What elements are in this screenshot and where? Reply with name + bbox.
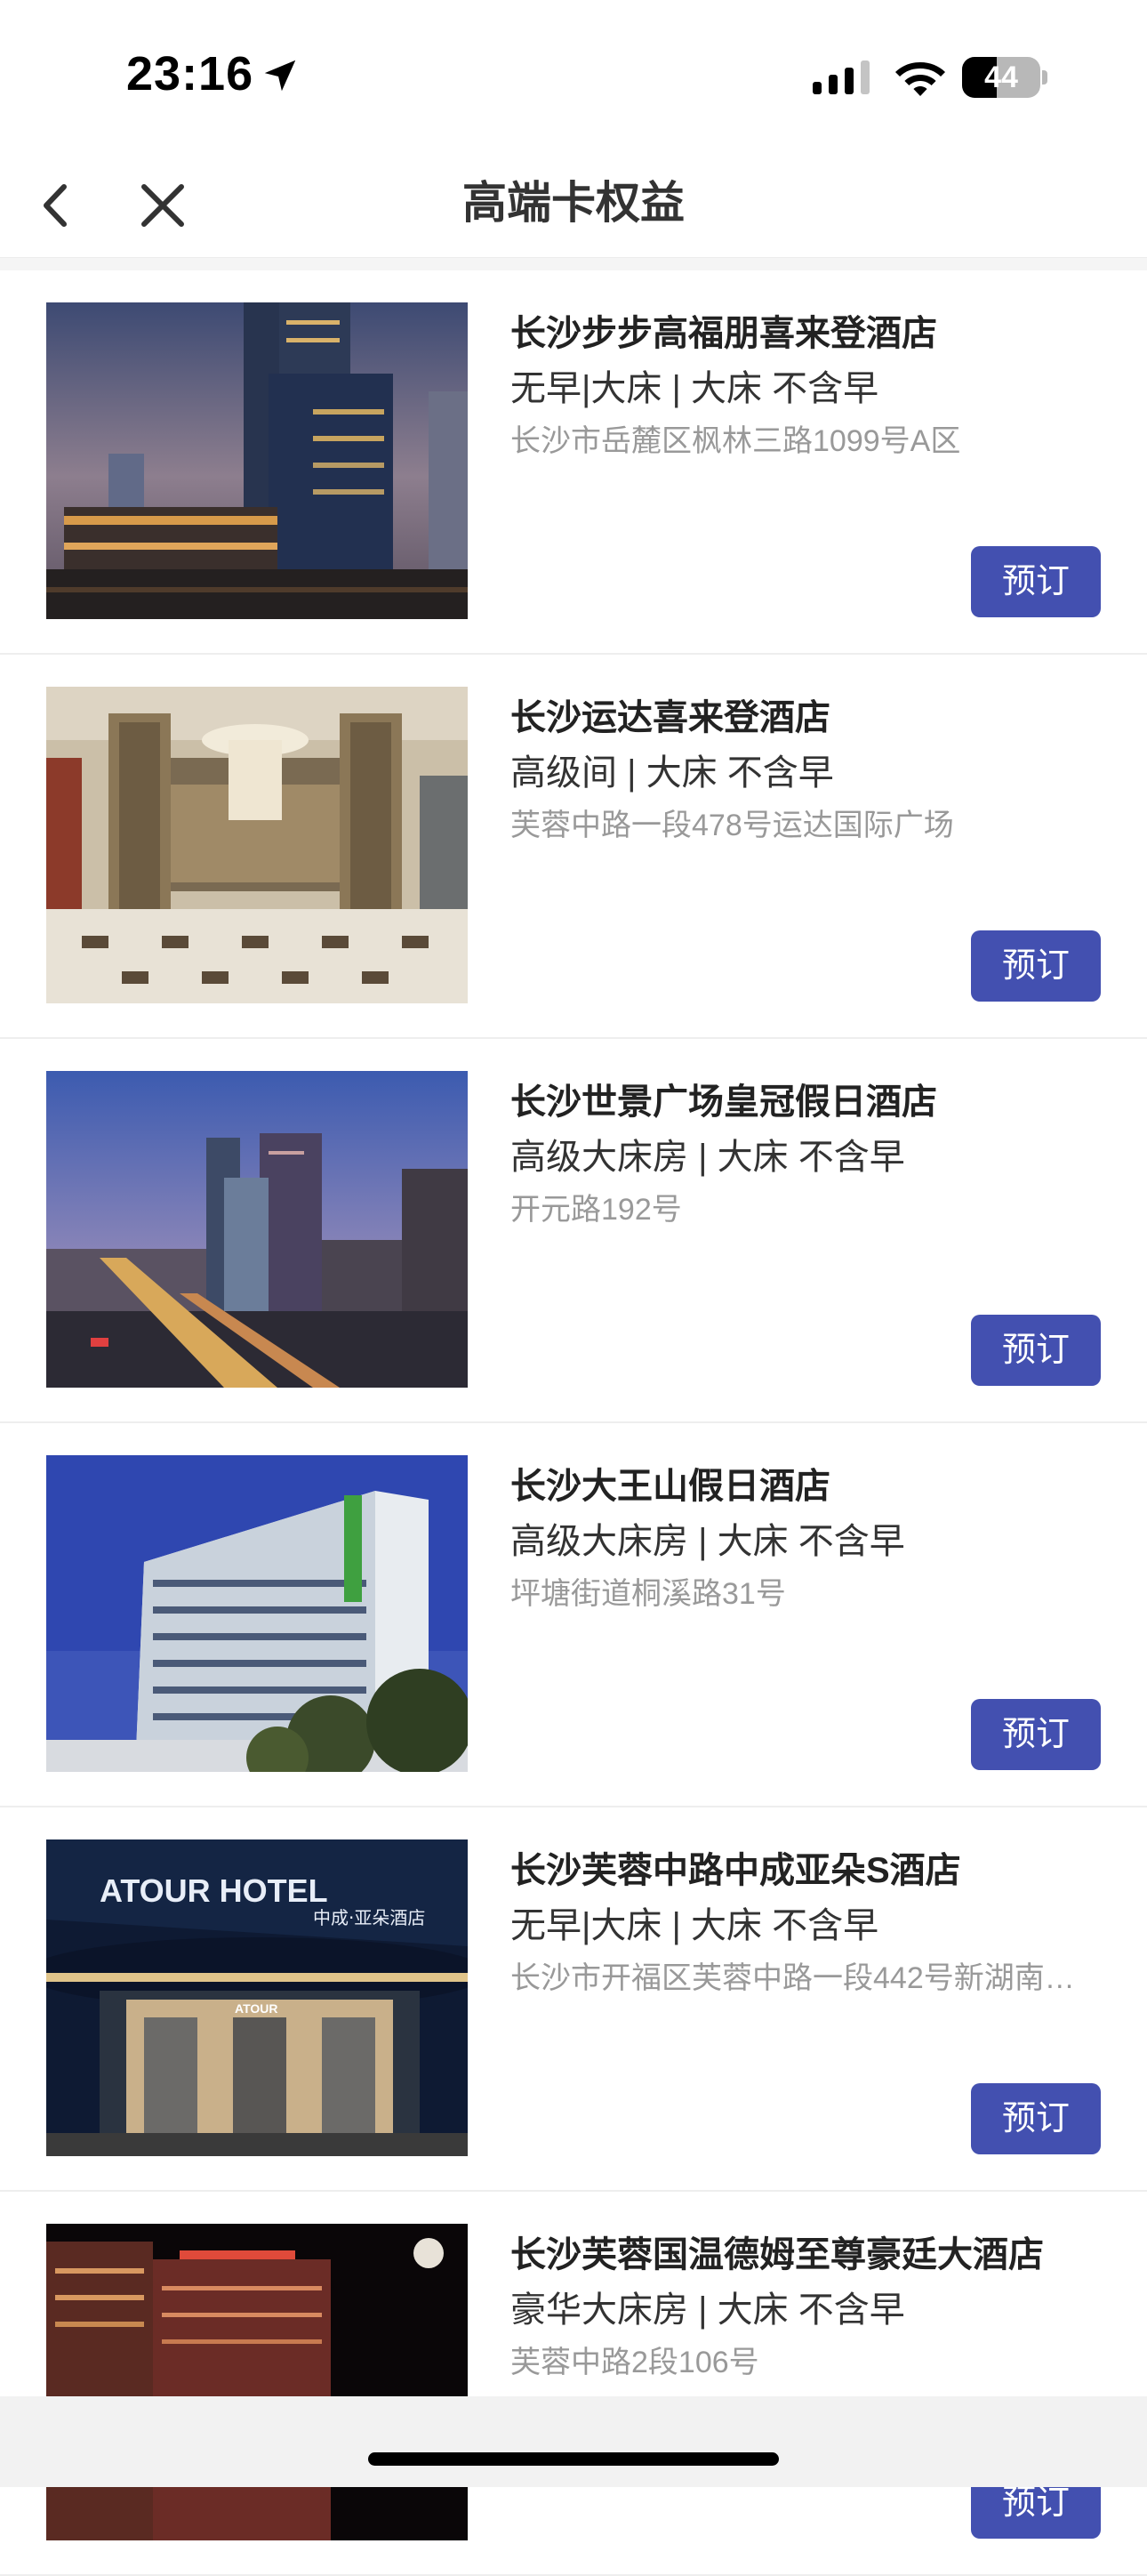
hotel-photo [46, 687, 468, 1003]
hotel-address: 芙蓉中路一段478号运达国际广场 [510, 809, 954, 842]
hotel-room-type: 高级大床房 | 大床 不含早 [510, 1138, 905, 1177]
home-indicator[interactable] [368, 2452, 779, 2466]
battery-indicator: 44 [962, 57, 1047, 98]
hotel-address: 芙蓉中路2段106号 [510, 2346, 759, 2379]
hotel-list-item[interactable]: ATOUR HOTEL 中成·亚朵酒店 ATOUR 长沙芙蓉中路中成亚朵S酒店 … [0, 1807, 1147, 2192]
bottom-safe-area [0, 2396, 1147, 2487]
cellular-signal-icon [813, 60, 870, 94]
nav-divider [0, 258, 1147, 270]
close-icon[interactable] [133, 174, 192, 237]
book-button[interactable]: 预订 [971, 1699, 1101, 1770]
hotel-address: 长沙市开福区芙蓉中路一段442号新湖南大厦 [510, 1961, 1079, 1995]
atour-door-text: ATOUR [235, 2001, 277, 2016]
book-button[interactable]: 预订 [971, 1315, 1101, 1386]
hotel-room-type: 无早|大床 | 大床 不含早 [510, 369, 879, 408]
hotel-name: 长沙芙蓉国温德姆至尊豪廷大酒店 [510, 2235, 1044, 2274]
hotel-address: 开元路192号 [510, 1193, 682, 1227]
hotel-name: 长沙大王山假日酒店 [510, 1467, 830, 1506]
atour-sign-text: ATOUR HOTEL [100, 1872, 328, 1909]
hotel-list-item[interactable]: 长沙步步高福朋喜来登酒店 无早|大床 | 大床 不含早 长沙市岳麓区枫林三路10… [0, 270, 1147, 655]
hotel-photo: ATOUR HOTEL 中成·亚朵酒店 ATOUR [46, 1839, 468, 2156]
hotel-name: 长沙芙蓉中路中成亚朵S酒店 [510, 1851, 961, 1890]
hotel-name: 长沙运达喜来登酒店 [510, 698, 830, 737]
atour-sign-text-cn: 中成·亚朵酒店 [313, 1907, 425, 1928]
hotel-list-item[interactable]: 长沙世景广场皇冠假日酒店 高级大床房 | 大床 不含早 开元路192号 预订 [0, 1039, 1147, 1423]
hotel-address: 长沙市岳麓区枫林三路1099号A区 [510, 424, 961, 458]
location-arrow-icon [264, 60, 296, 92]
hotel-list-item[interactable]: 长沙运达喜来登酒店 高级间 | 大床 不含早 芙蓉中路一段478号运达国际广场 … [0, 655, 1147, 1039]
hotel-name: 长沙世景广场皇冠假日酒店 [510, 1083, 937, 1122]
hotel-name: 长沙步步高福朋喜来登酒店 [510, 314, 937, 353]
book-button[interactable]: 预订 [971, 2083, 1101, 2154]
hotel-address: 坪塘街道桐溪路31号 [510, 1577, 786, 1611]
hotel-room-type: 高级间 | 大床 不含早 [510, 753, 834, 793]
hotel-photo [46, 2224, 468, 2540]
hotel-room-type: 豪华大床房 | 大床 不含早 [510, 2290, 905, 2330]
hotel-photo [46, 302, 468, 619]
wifi-icon [895, 62, 945, 96]
navigation-bar: 高端卡权益 [0, 151, 1147, 258]
book-button[interactable]: 预订 [971, 546, 1101, 617]
status-bar: 23:16 44 [0, 0, 1147, 151]
battery-level: 44 [984, 60, 1018, 94]
status-time: 23:16 [126, 47, 254, 101]
hotel-photo [46, 1071, 468, 1388]
hotel-room-type: 高级大床房 | 大床 不含早 [510, 1522, 905, 1561]
book-button[interactable]: 预订 [971, 930, 1101, 1002]
hotel-list: 长沙步步高福朋喜来登酒店 无早|大床 | 大床 不含早 长沙市岳麓区枫林三路10… [0, 270, 1147, 2576]
hotel-list-item[interactable]: 长沙大王山假日酒店 高级大床房 | 大床 不含早 坪塘街道桐溪路31号 预订 [0, 1423, 1147, 1807]
chevron-left-icon[interactable] [30, 174, 84, 237]
hotel-list-item[interactable]: 长沙芙蓉国温德姆至尊豪廷大酒店 豪华大床房 | 大床 不含早 芙蓉中路2段106… [0, 2192, 1147, 2576]
hotel-room-type: 无早|大床 | 大床 不含早 [510, 1906, 879, 1945]
hotel-photo [46, 1455, 468, 1772]
